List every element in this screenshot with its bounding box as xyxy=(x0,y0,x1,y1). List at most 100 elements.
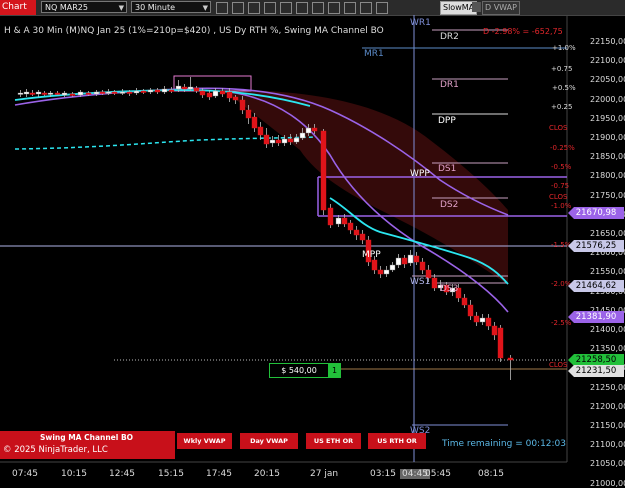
candle-body xyxy=(69,93,76,96)
chart-title: H & A 30 Min (M)NQ Jan 25 (1%=210p=$420)… xyxy=(4,26,384,36)
candle-body xyxy=(239,99,246,111)
candle-body xyxy=(269,139,276,144)
candle-body xyxy=(389,264,396,271)
clos-label: CLOS xyxy=(549,361,568,369)
candle-body xyxy=(383,269,390,275)
candle-body xyxy=(17,92,24,95)
candle-body xyxy=(335,217,342,225)
candle-body xyxy=(99,91,106,94)
us-rth-or-button[interactable]: US RTH OR xyxy=(368,433,426,449)
us-eth-or-button[interactable]: US ETH OR xyxy=(306,433,361,449)
candle-body xyxy=(275,139,282,144)
candle-body xyxy=(299,132,306,139)
candle-body xyxy=(353,229,360,236)
candle-body xyxy=(320,130,327,211)
candle-body xyxy=(395,257,402,266)
pct-label: -2.0% xyxy=(551,280,572,288)
candle-body xyxy=(479,317,486,323)
candle-body xyxy=(485,317,492,327)
candle-body xyxy=(232,96,239,101)
candle-body xyxy=(111,91,118,94)
candle-body xyxy=(29,92,36,95)
candle-body xyxy=(377,269,384,275)
pct-label: -2.5% xyxy=(551,319,572,327)
price-axis-label: 21400,00 xyxy=(590,325,625,334)
position-qty-box[interactable]: 1 xyxy=(328,363,341,378)
daily-change-label: D -2.98% = -652,75 xyxy=(483,27,563,36)
candle-body xyxy=(419,261,426,271)
clos-label: CLOS xyxy=(549,193,568,201)
candle-body xyxy=(293,137,300,143)
candle-body xyxy=(126,91,133,94)
pct-label: -0.75 xyxy=(551,182,570,190)
candle-body xyxy=(507,357,514,361)
candle-body xyxy=(212,90,219,97)
price-axis-label: 21900,00 xyxy=(590,133,625,142)
candle-body xyxy=(226,91,233,99)
candle-body xyxy=(41,92,48,95)
candle-body xyxy=(407,254,414,264)
price-axis-label: 21000,00 xyxy=(590,478,625,488)
price-axis-label: 22150,00 xyxy=(590,37,625,46)
dr2-label: DR2 xyxy=(440,32,459,42)
price-axis-label: 21350,00 xyxy=(590,344,625,354)
candle-body xyxy=(431,277,438,289)
price-tag-mpp: 21576,25 xyxy=(568,240,624,252)
price-chart[interactable] xyxy=(0,0,625,484)
price-axis-label: 22000,00 xyxy=(590,94,625,104)
time-axis-label: 03:15 xyxy=(370,469,396,479)
time-axis-label: 08:15 xyxy=(478,469,504,479)
candle-body xyxy=(147,89,154,93)
time-axis-label: 20:15 xyxy=(254,469,280,479)
candle-body xyxy=(461,297,468,306)
candle-body xyxy=(187,86,194,90)
candle-body xyxy=(281,138,288,144)
dpp-label: DPP xyxy=(438,116,456,126)
candle-body xyxy=(61,92,68,96)
price-axis-label: 21800,00 xyxy=(590,171,625,181)
candle-body xyxy=(161,88,168,93)
price-axis-label: 21100,00 xyxy=(590,440,625,450)
price-tag-swing-ma: 21670,98 xyxy=(568,207,624,219)
candle-body xyxy=(219,90,226,95)
price-tag-position: 21231,50 xyxy=(568,365,624,377)
candle-body xyxy=(287,138,294,143)
candle-body xyxy=(105,91,112,94)
candle-body xyxy=(359,233,366,241)
candle-body xyxy=(77,91,84,96)
candle-body xyxy=(347,222,354,231)
candle-body xyxy=(473,315,480,323)
price-axis-label: 21750,00 xyxy=(590,190,625,200)
price-axis-label: 21950,00 xyxy=(590,113,625,123)
candle-body xyxy=(175,85,182,90)
candle-body xyxy=(491,325,498,336)
pct-label: -0.25% xyxy=(550,144,575,152)
ds1-label: DS1 xyxy=(438,164,457,174)
price-axis-label: 21650,00 xyxy=(590,229,625,238)
wpp-label: WPP xyxy=(410,169,430,179)
wkly-vwap-button[interactable]: Wkly VWAP xyxy=(177,433,232,449)
copyright-label: © 2025 NinjaTrader, LLC xyxy=(3,445,108,455)
day-vwap-button[interactable]: Day VWAP xyxy=(240,433,298,449)
candle-body xyxy=(181,86,188,90)
candle-body xyxy=(327,207,334,226)
position-pnl-box[interactable]: $ 540,00 xyxy=(269,363,329,378)
candle-body xyxy=(257,126,264,136)
time-axis-label: 10:15 xyxy=(61,469,87,479)
clos-label: CLOS xyxy=(549,124,568,132)
candle-body xyxy=(133,90,140,94)
candle-body xyxy=(251,116,258,129)
candle-body xyxy=(119,91,126,94)
candle-body xyxy=(168,89,175,92)
candle-body xyxy=(85,92,92,95)
pct-label: +0.5% xyxy=(552,84,576,92)
candle-body xyxy=(93,91,100,95)
time-axis-label: 12:45 xyxy=(109,469,135,479)
time-axis-label: 05:45 xyxy=(425,469,451,479)
price-axis-label: 21850,00 xyxy=(590,152,625,162)
candle-body xyxy=(199,90,206,96)
price-axis-label: 22100,00 xyxy=(590,56,625,66)
dr1-label: DR1 xyxy=(440,80,459,90)
candle-body xyxy=(371,259,378,271)
candle-body xyxy=(35,91,42,95)
